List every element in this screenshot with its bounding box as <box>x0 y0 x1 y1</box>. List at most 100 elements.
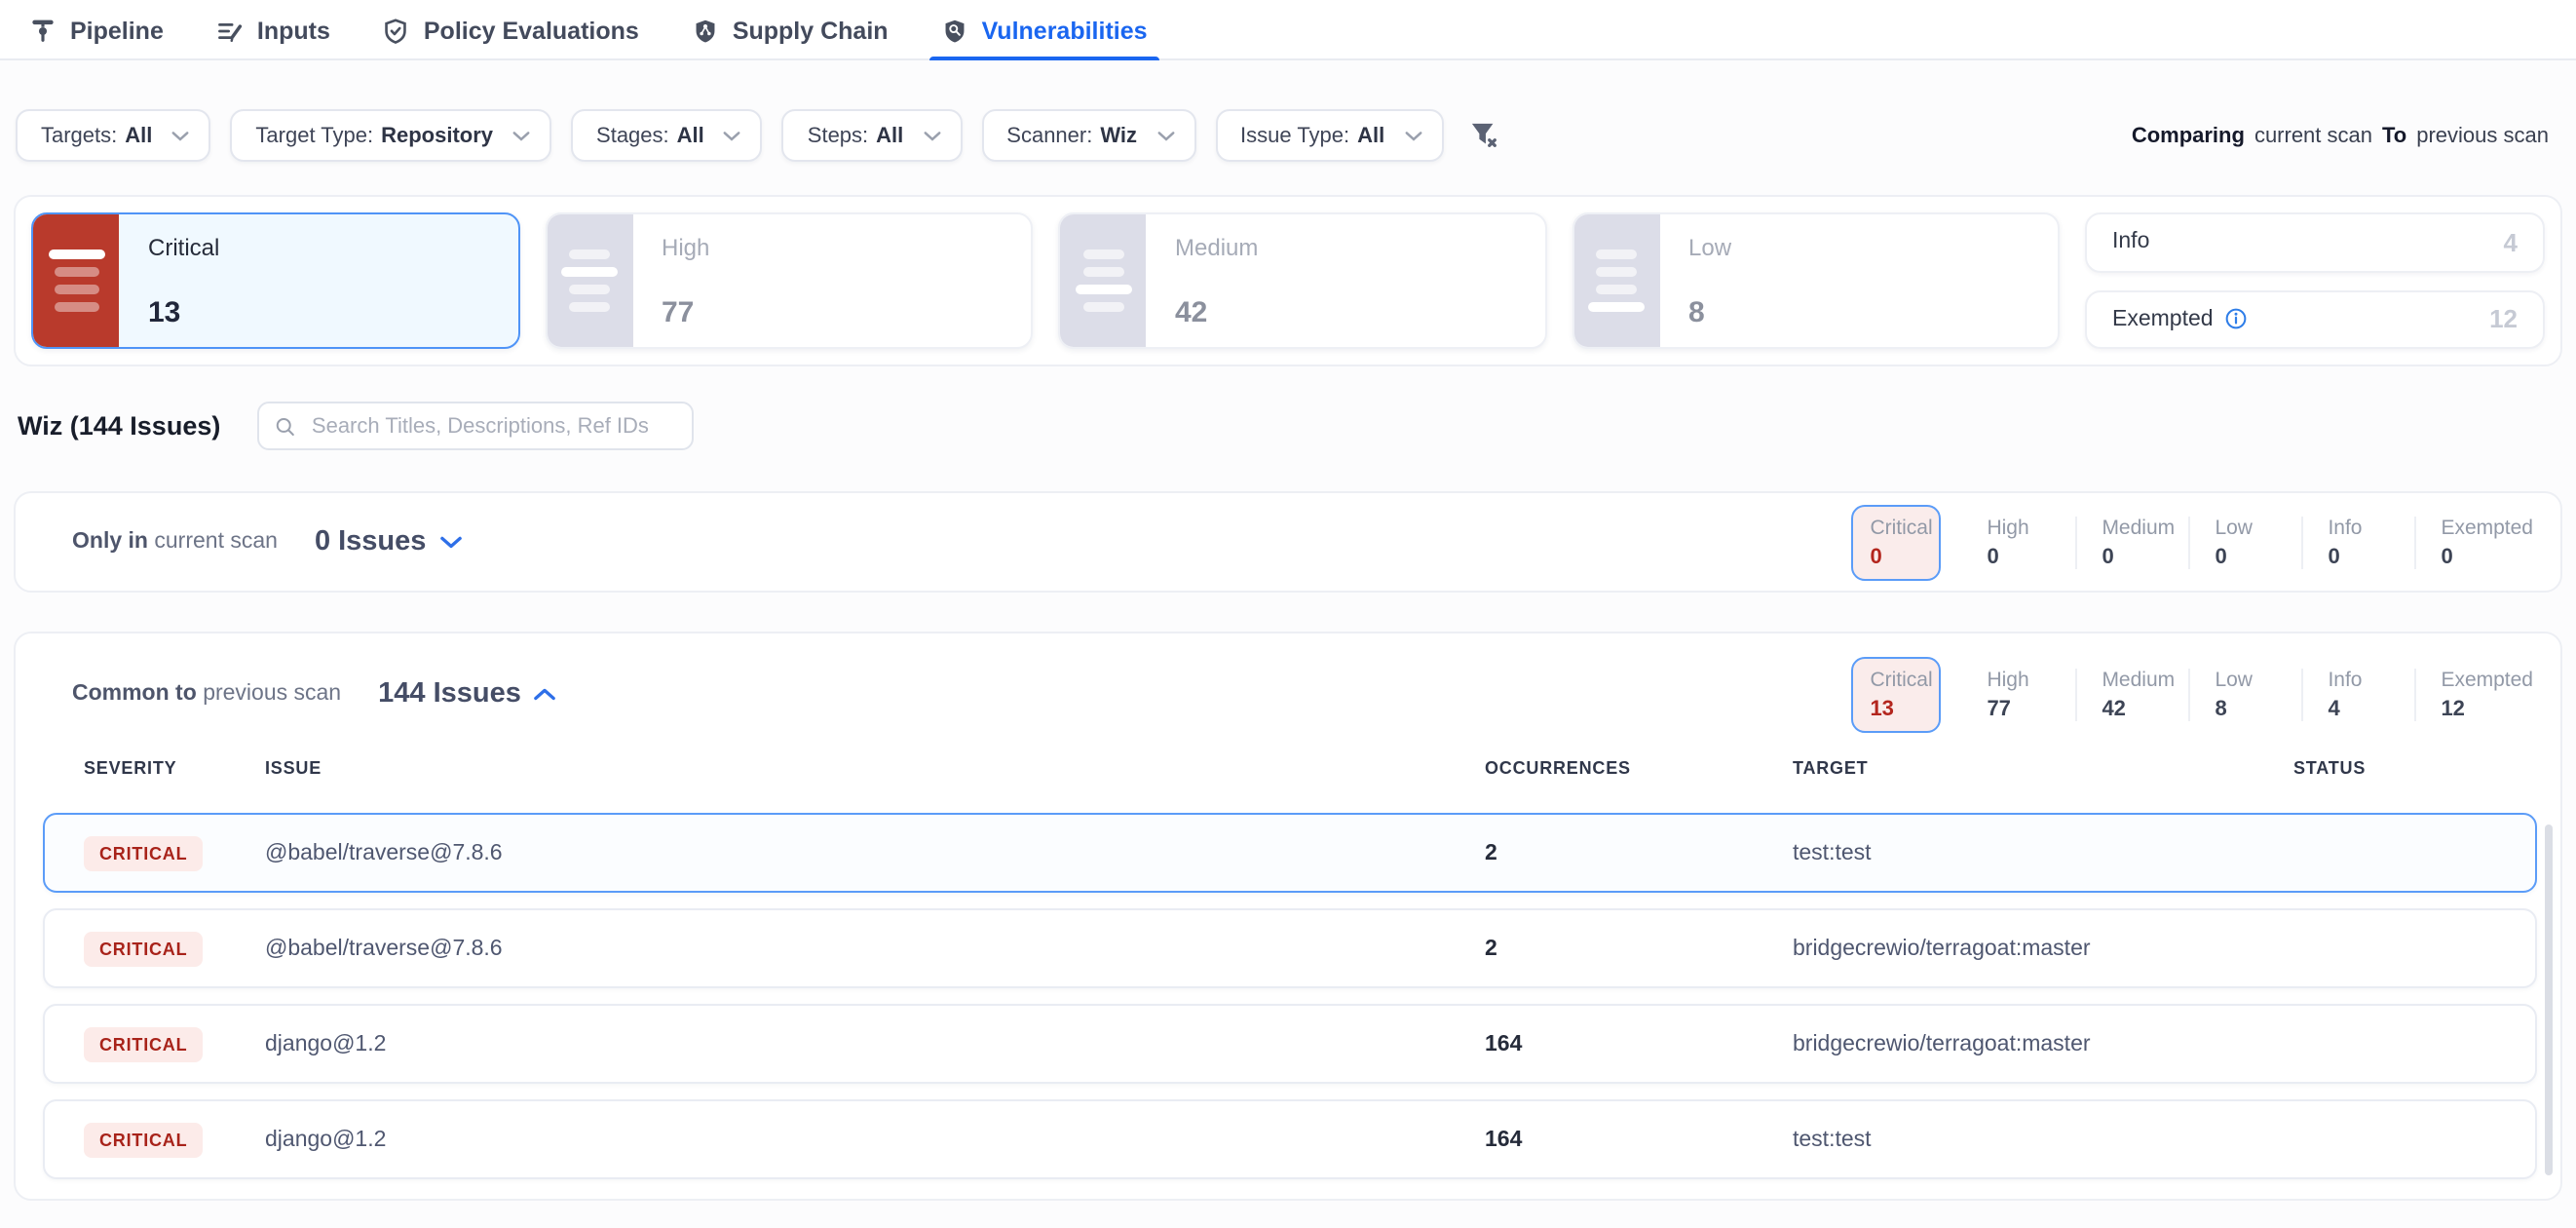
tab-label: Pipeline <box>70 18 164 45</box>
severity-level-icon <box>33 214 119 347</box>
search-icon <box>275 414 296 438</box>
tab-vulnerabilities[interactable]: Vulnerabilities <box>941 0 1148 58</box>
severity-card-count: 13 <box>148 296 219 329</box>
filter-label: Scanner: <box>1006 124 1092 147</box>
strip-cell-critical[interactable]: Critical13 <box>1850 656 1940 732</box>
severity-card-count: 77 <box>662 296 709 329</box>
exempted-card[interactable]: Exempted 12 <box>2085 289 2545 349</box>
filter-label: Issue Type: <box>1240 124 1349 147</box>
comparing-label: Comparing current scan To previous scan <box>2132 124 2549 147</box>
chevron-down-icon <box>724 130 741 141</box>
severity-card-low[interactable]: Low 8 <box>1572 212 2060 349</box>
severity-card-high[interactable]: High 77 <box>545 212 1033 349</box>
severity-card-medium[interactable]: Medium 42 <box>1058 212 1546 349</box>
strip-cell-info[interactable]: Info0 <box>2300 516 2413 568</box>
severity-count-strip: Critical0 High0 Medium0 Low0 Info0 Exemp… <box>1850 504 2533 580</box>
severity-card-label: Critical <box>148 234 219 261</box>
strip-cell-exempted[interactable]: Exempted12 <box>2413 668 2533 720</box>
strip-cell-high[interactable]: High77 <box>1961 668 2074 720</box>
filter-targets[interactable]: Targets: All <box>16 109 210 162</box>
tab-supply-chain[interactable]: Supply Chain <box>692 0 889 58</box>
shield-check-icon <box>383 18 410 45</box>
only-issues-toggle[interactable]: 0 Issues <box>315 526 462 557</box>
filter-target-type[interactable]: Target Type:Repository <box>230 109 551 162</box>
strip-cell-critical[interactable]: Critical0 <box>1850 504 1940 580</box>
pipeline-icon <box>29 18 57 45</box>
tab-policy-evaluations[interactable]: Policy Evaluations <box>383 0 639 58</box>
severity-card-label: Low <box>1688 234 1731 261</box>
section-title-bold: Only in <box>72 530 148 554</box>
info-card-label: Info <box>2112 231 2149 254</box>
top-tab-bar: Pipeline Inputs Policy Evaluations Suppl… <box>0 0 2576 60</box>
only-in-current-scan-section: Only in current scan 0 Issues Critical0 … <box>14 491 2562 593</box>
severity-badge: CRITICAL <box>84 1122 203 1157</box>
filter-bar: Targets: All Target Type:Repository Stage… <box>0 60 2576 162</box>
strip-cell-exempted[interactable]: Exempted0 <box>2413 516 2533 568</box>
severity-level-icon <box>1060 214 1146 347</box>
section-header: Only in current scan 0 Issues Critical0 … <box>43 493 2537 591</box>
strip-cell-info[interactable]: Info4 <box>2300 668 2413 720</box>
search-input[interactable] <box>308 412 676 440</box>
tab-label: Inputs <box>257 18 330 45</box>
filter-value: All <box>876 124 903 147</box>
table-row[interactable]: CRITICAL django@1.2 164 test:test <box>43 1099 2537 1179</box>
tab-label: Supply Chain <box>733 18 889 45</box>
table-header-row: SEVERITY ISSUE OCCURRENCES TARGET STATUS <box>43 758 2537 787</box>
occurrences-cell: 164 <box>1485 1128 1522 1151</box>
comparing-previous-scan: previous scan <box>2416 124 2549 147</box>
target-cell: test:test <box>1793 1128 1872 1151</box>
section-title-rest: current scan <box>154 530 278 554</box>
screenshot-stage: Pipeline Inputs Policy Evaluations Suppl… <box>0 0 2576 1228</box>
vulnerabilities-page: Pipeline Inputs Policy Evaluations Suppl… <box>0 0 2576 1228</box>
filter-value: All <box>1357 124 1384 147</box>
comparing-keyword: Comparing <box>2132 124 2245 147</box>
severity-card-label: High <box>662 234 709 261</box>
chevron-down-icon <box>512 130 530 141</box>
info-card[interactable]: Info 4 <box>2085 212 2545 272</box>
exempted-card-label: Exempted <box>2112 308 2214 331</box>
filter-value: All <box>677 124 704 147</box>
severity-summary-panel: Critical 13 High 77 Medium 42 <box>14 195 2562 366</box>
chevron-down-icon <box>1156 130 1174 141</box>
vertical-scrollbar[interactable] <box>2545 825 2553 1175</box>
table-row[interactable]: CRITICAL django@1.2 164 bridgecrewio/ter… <box>43 1004 2537 1084</box>
filter-scanner[interactable]: Scanner: Wiz <box>981 109 1195 162</box>
strip-cell-low[interactable]: Low0 <box>2187 516 2300 568</box>
common-issues-toggle[interactable]: 144 Issues <box>378 678 556 710</box>
severity-count-strip: Critical13 High77 Medium42 Low8 Info4 Ex… <box>1850 656 2533 732</box>
chevron-down-icon <box>923 130 940 141</box>
filter-label: Targets: <box>41 124 117 147</box>
severity-card-count: 42 <box>1175 296 1258 329</box>
clear-filters-button[interactable] <box>1468 121 1499 150</box>
filter-issue-type[interactable]: Issue Type: All <box>1215 109 1443 162</box>
section-title: Only in current scan <box>43 530 278 554</box>
filter-value: All <box>125 124 152 147</box>
filter-steps[interactable]: Steps:All <box>782 109 963 162</box>
target-cell: bridgecrewio/terragoat:master <box>1793 937 2091 960</box>
severity-card-critical[interactable]: Critical 13 <box>31 212 519 349</box>
common-to-previous-scan-section: Common to previous scan 144 Issues Criti… <box>14 632 2562 1201</box>
info-exempted-column: Info 4 Exempted 12 <box>2085 212 2545 349</box>
severity-badge: CRITICAL <box>84 931 203 966</box>
strip-cell-medium[interactable]: Medium0 <box>2074 516 2187 568</box>
table-row[interactable]: CRITICAL @babel/traverse@7.8.6 2 test:te… <box>43 813 2537 893</box>
severity-card-label: Medium <box>1175 234 1258 261</box>
chevron-down-icon <box>1404 130 1421 141</box>
filter-value: Wiz <box>1100 124 1137 147</box>
info-circle-icon <box>2225 309 2247 330</box>
filter-stages[interactable]: Stages:All <box>571 109 763 162</box>
strip-cell-high[interactable]: High0 <box>1961 516 2074 568</box>
section-title: Common to previous scan <box>43 682 341 706</box>
target-cell: bridgecrewio/terragoat:master <box>1793 1032 2091 1055</box>
occurrences-cell: 164 <box>1485 1032 1522 1055</box>
severity-level-icon <box>547 214 632 347</box>
table-row[interactable]: CRITICAL @babel/traverse@7.8.6 2 bridgec… <box>43 908 2537 988</box>
strip-cell-low[interactable]: Low8 <box>2187 668 2300 720</box>
scanner-header-row: Wiz (144 Issues) <box>0 366 2576 450</box>
strip-cell-medium[interactable]: Medium42 <box>2074 668 2187 720</box>
tab-label: Vulnerabilities <box>982 18 1148 45</box>
tab-pipeline[interactable]: Pipeline <box>29 0 164 58</box>
scanner-title: Wiz (144 Issues) <box>18 411 220 441</box>
issues-table: CRITICAL @babel/traverse@7.8.6 2 test:te… <box>43 813 2537 1179</box>
tab-inputs[interactable]: Inputs <box>216 0 330 58</box>
